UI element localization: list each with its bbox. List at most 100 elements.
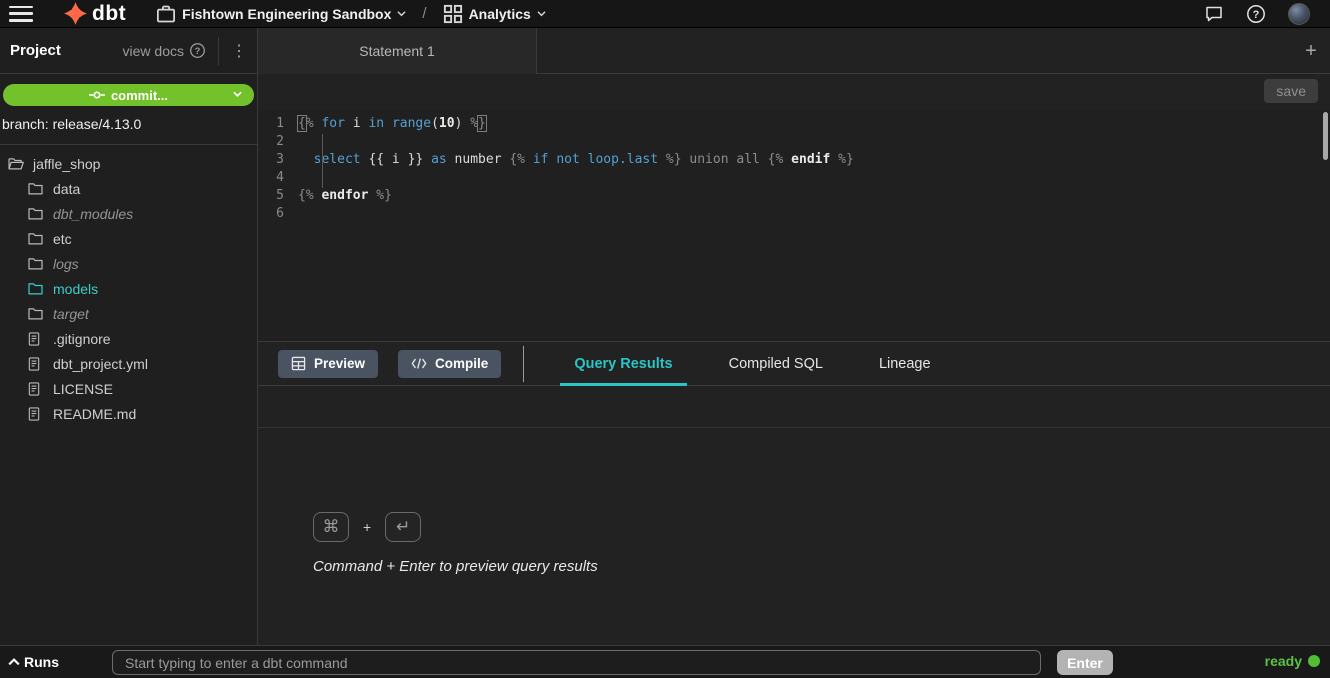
tree-item-label: dbt_modules — [53, 206, 133, 222]
code-line-2: 2 — [258, 134, 1330, 152]
tree-item-label: LICENSE — [53, 381, 113, 397]
tree-item-label: data — [53, 181, 80, 197]
tree-item-label: dbt_project.yml — [53, 356, 148, 372]
tab-compiled-sql[interactable]: Compiled SQL — [701, 341, 851, 386]
tree-item-logs[interactable]: logs — [0, 251, 257, 276]
user-avatar[interactable] — [1288, 3, 1310, 25]
folder-open-icon — [8, 157, 24, 170]
tree-item-label: .gitignore — [53, 331, 111, 347]
hint-text: Command + Enter to preview query results — [313, 558, 598, 575]
code-line-4: 4 — [258, 170, 1330, 188]
code-line-1: 1{% for i in range(10) %} — [258, 116, 1330, 134]
top-bar: dbt Fishtown Engineering Sandbox / Analy… — [0, 0, 1330, 28]
view-docs-link[interactable]: view docs ? — [123, 42, 206, 59]
tree-item-jaffle-shop[interactable]: jaffle_shop — [0, 151, 257, 176]
tree-item-dbt-project-yml[interactable]: dbt_project.yml — [0, 351, 257, 376]
line-number: 4 — [258, 170, 298, 188]
file-icon — [28, 407, 44, 421]
chevron-down-icon[interactable] — [233, 91, 242, 97]
new-tab-button[interactable]: + — [1300, 40, 1322, 62]
breadcrumb-separator: / — [422, 5, 426, 22]
project-panel-title: Project — [10, 42, 61, 59]
tree-item-label: jaffle_shop — [33, 156, 100, 172]
folder-icon — [28, 207, 44, 220]
line-number: 1 — [258, 116, 298, 134]
tree-item-label: etc — [53, 231, 72, 247]
account-selector[interactable]: Fishtown Engineering Sandbox — [156, 4, 406, 24]
results-toolbar: Preview Compile Query ResultsCompiled SQ… — [258, 341, 1330, 386]
folder-icon — [28, 282, 44, 295]
briefcase-icon — [156, 4, 176, 24]
enter-button[interactable]: Enter — [1057, 650, 1113, 675]
help-icon[interactable]: ? — [1246, 4, 1266, 24]
help-circle-icon: ? — [189, 42, 206, 59]
tree-item-models[interactable]: models — [0, 276, 257, 301]
results-tabs: Query ResultsCompiled SQLLineage — [546, 341, 958, 386]
tree-item-dbt-modules[interactable]: dbt_modules — [0, 201, 257, 226]
command-key-icon: ⌘ — [313, 512, 349, 542]
editor-toolbar: save — [258, 74, 1330, 110]
chevron-down-icon — [537, 9, 546, 18]
chat-icon[interactable] — [1204, 4, 1224, 24]
runs-panel-toggle[interactable]: Runs — [8, 654, 59, 670]
chevron-up-icon — [8, 658, 20, 666]
hamburger-menu-icon[interactable] — [9, 6, 33, 22]
code-line-3: 3 select {{ i }} as number {% if not loo… — [258, 152, 1330, 170]
file-tree: jaffle_shopdata dbt_modulesetc logsmodels t… — [0, 145, 257, 426]
tree-item-readme-md[interactable]: README.md — [0, 401, 257, 426]
dbt-command-input[interactable] — [112, 650, 1041, 675]
folder-icon — [28, 257, 44, 270]
commit-button-label: commit... — [111, 88, 168, 103]
results-body: ⌘ + ↵ Command + Enter to preview query r… — [258, 428, 1330, 645]
sidebar-header: Project view docs ? ⋮ — [0, 28, 257, 74]
svg-text:?: ? — [1253, 9, 1260, 21]
kebab-menu-icon[interactable]: ⋮ — [218, 37, 247, 65]
editor-tab-bar: Statement 1 + — [258, 28, 1330, 74]
project-selector[interactable]: Analytics — [443, 4, 546, 24]
folder-icon — [28, 182, 44, 195]
enter-key-icon: ↵ — [385, 512, 421, 542]
line-number: 2 — [258, 134, 298, 152]
status-dot-icon — [1308, 655, 1320, 667]
tree-item-data[interactable]: data — [0, 176, 257, 201]
dbt-logo: dbt — [63, 1, 126, 26]
tree-item-etc[interactable]: etc — [0, 226, 257, 251]
status-indicator: ready — [1265, 653, 1320, 669]
commit-button[interactable]: commit... — [3, 84, 254, 106]
preview-button[interactable]: Preview — [278, 350, 378, 378]
file-icon — [28, 332, 44, 346]
line-number: 6 — [258, 206, 298, 224]
toolbar-divider — [523, 346, 524, 382]
editor-scrollbar[interactable] — [1323, 112, 1328, 160]
chevron-down-icon — [397, 9, 406, 18]
code-line-6: 6 — [258, 206, 1330, 224]
tree-item--gitignore[interactable]: .gitignore — [0, 326, 257, 351]
save-button[interactable]: save — [1264, 79, 1318, 103]
table-icon — [291, 356, 306, 371]
keyboard-shortcut-hint: ⌘ + ↵ — [313, 512, 421, 542]
tree-item-license[interactable]: LICENSE — [0, 376, 257, 401]
dbt-logo-icon — [63, 1, 88, 26]
results-subheader — [258, 387, 1330, 428]
code-editor[interactable]: 1{% for i in range(10) %}23 select {{ i … — [258, 110, 1330, 369]
file-explorer-sidebar: Project view docs ? ⋮ commit... branch: … — [0, 28, 258, 645]
tree-item-target[interactable]: target — [0, 301, 257, 326]
svg-text:?: ? — [195, 46, 201, 56]
line-number: 5 — [258, 188, 298, 206]
compile-button[interactable]: Compile — [398, 350, 501, 378]
logo-text: dbt — [92, 2, 126, 26]
git-commit-icon — [89, 90, 105, 100]
tree-item-label: README.md — [53, 406, 136, 422]
code-line-5: 5{% endfor %} — [258, 188, 1330, 206]
tree-item-label: target — [53, 306, 89, 322]
account-name: Fishtown Engineering Sandbox — [182, 6, 391, 22]
tab-statement-1[interactable]: Statement 1 — [258, 28, 537, 74]
project-name: Analytics — [469, 6, 531, 22]
file-icon — [28, 382, 44, 396]
command-bar: Runs Enter ready — [0, 645, 1330, 678]
indent-guide — [322, 134, 323, 188]
file-icon — [28, 357, 44, 371]
tab-lineage[interactable]: Lineage — [851, 341, 959, 386]
editor-pane: Statement 1 + save 1{% for i in range(10… — [258, 28, 1330, 645]
tab-query-results[interactable]: Query Results — [546, 341, 700, 386]
